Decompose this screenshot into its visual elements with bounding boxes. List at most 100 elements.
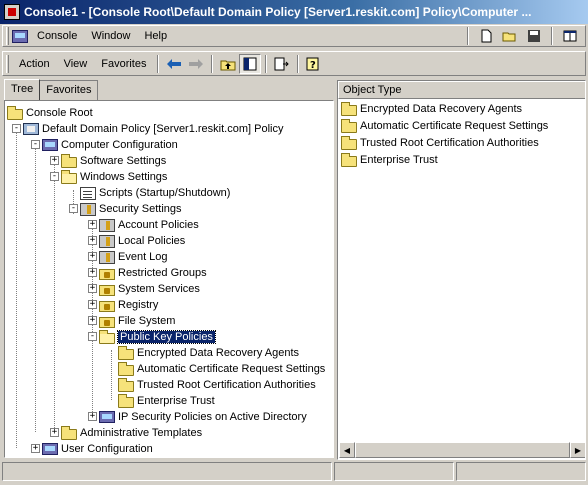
tree-item-administrative-templates[interactable]: + Administrative Templates	[45, 425, 202, 441]
export-list-icon[interactable]	[271, 54, 293, 74]
expand-icon[interactable]: +	[88, 412, 97, 421]
menu-console[interactable]: Console	[30, 28, 84, 44]
scroll-left-icon[interactable]: ◀	[339, 442, 355, 458]
tree-item-local-policies[interactable]: + Local Policies	[83, 233, 185, 249]
expand-icon[interactable]: +	[88, 300, 97, 309]
tree-item-label: User Configuration	[61, 443, 153, 455]
security-icon	[99, 250, 115, 264]
tree-item-label: Default Domain Policy [Server1.reskit.co…	[42, 123, 284, 135]
tree-item-label: Administrative Templates	[80, 427, 203, 439]
ip-security-icon	[99, 411, 115, 423]
horizontal-scrollbar[interactable]: ◀ ▶	[339, 442, 585, 458]
toolbar-separator	[157, 54, 160, 73]
expand-icon[interactable]: +	[88, 220, 97, 229]
tree-item-label: System Services	[118, 283, 200, 295]
tree-item-scripts[interactable]: Scripts (Startup/Shutdown)	[80, 185, 230, 201]
tree-item-event-log[interactable]: + Event Log	[83, 249, 168, 265]
lock-folder-icon	[99, 268, 115, 280]
list-item[interactable]: Trusted Root Certification Authorities	[341, 135, 539, 151]
expand-icon[interactable]: +	[88, 316, 97, 325]
tree-pane[interactable]: Console Root - Default Domain Policy [Se…	[4, 100, 334, 458]
expand-icon[interactable]: +	[88, 236, 97, 245]
tree-item-account-policies[interactable]: + Account Policies	[83, 217, 199, 233]
collapse-icon[interactable]: -	[12, 124, 21, 133]
tab-tree[interactable]: Tree	[4, 79, 41, 100]
menu-action[interactable]: Action	[12, 56, 57, 72]
tree-item-encrypted-data-recovery-agents[interactable]: Encrypted Data Recovery Agents	[118, 345, 299, 361]
tree-item-label: Event Log	[118, 251, 168, 263]
scroll-thumb[interactable]	[355, 442, 570, 458]
tree-item-system-services[interactable]: + System Services	[83, 281, 200, 297]
menu-favorites[interactable]: Favorites	[94, 56, 153, 72]
menu-help[interactable]: Help	[137, 28, 174, 44]
security-icon	[99, 218, 115, 232]
tree-item-automatic-certificate-request-settings[interactable]: Automatic Certificate Request Settings	[118, 361, 325, 377]
menubar-grip[interactable]	[6, 27, 9, 45]
toolbar-separator	[211, 54, 214, 73]
toolbar-grip[interactable]	[6, 54, 9, 73]
tree-item-restricted-groups[interactable]: + Restricted Groups	[83, 265, 207, 281]
tree-item-label: Automatic Certificate Request Settings	[137, 363, 326, 375]
expand-icon[interactable]: +	[50, 428, 59, 437]
expand-icon[interactable]: +	[50, 156, 59, 165]
folder-icon	[61, 425, 77, 440]
collapse-icon[interactable]: -	[31, 140, 40, 149]
show-hide-tree-icon[interactable]	[239, 53, 262, 74]
tree-item-ip-security-policies[interactable]: + IP Security Policies on Active Directo…	[83, 409, 307, 425]
tree-item-enterprise-trust[interactable]: Enterprise Trust	[118, 393, 215, 409]
forward-arrow-icon[interactable]	[185, 54, 207, 74]
help-icon[interactable]: ?	[303, 54, 325, 74]
window-title: Console1 - [Console Root\Default Domain …	[24, 5, 532, 19]
new-window-icon[interactable]	[559, 26, 581, 46]
details-pane[interactable]: Object Type Encrypted Data Recovery Agen…	[337, 80, 586, 460]
tree-tabs: Tree Favorites	[4, 79, 99, 100]
open-folder-icon	[61, 169, 77, 184]
computer-icon	[42, 139, 58, 151]
tree-item-windows-settings[interactable]: - Windows Settings	[45, 169, 167, 185]
tree-item-label: Computer Configuration	[61, 139, 178, 151]
expand-icon[interactable]: +	[88, 252, 97, 261]
list-item-label: Automatic Certificate Request Settings	[360, 120, 549, 132]
tree-item-trusted-root-certification-authorities[interactable]: Trusted Root Certification Authorities	[118, 377, 316, 393]
menu-view[interactable]: View	[57, 56, 95, 72]
collapse-icon[interactable]: -	[50, 172, 59, 181]
expand-icon[interactable]: +	[88, 268, 97, 277]
tree-item-public-key-policies[interactable]: - Public Key Policies	[83, 329, 216, 345]
tree-item-user-configuration[interactable]: + User Configuration	[26, 441, 153, 457]
folder-icon	[118, 361, 134, 376]
tree-item-label: Account Policies	[118, 219, 199, 231]
tree-item-computer-configuration[interactable]: - Computer Configuration	[26, 137, 178, 153]
tree-item-default-domain-policy[interactable]: - Default Domain Policy [Server1.reskit.…	[7, 121, 283, 137]
tree-item-console-root[interactable]: Console Root	[7, 105, 93, 121]
column-header-object-type[interactable]: Object Type	[338, 81, 585, 99]
lock-folder-icon	[99, 284, 115, 296]
folder-icon	[61, 153, 77, 168]
folder-icon	[118, 393, 134, 408]
menu-bar: Console Window Help	[2, 25, 586, 47]
scroll-right-icon[interactable]: ▶	[570, 442, 585, 458]
folder-icon	[341, 135, 357, 150]
expand-icon[interactable]: +	[31, 444, 40, 453]
tree-item-file-system[interactable]: + File System	[83, 313, 175, 329]
svg-text:?: ?	[310, 60, 316, 71]
tab-favorites[interactable]: Favorites	[39, 80, 99, 100]
collapse-icon[interactable]: -	[88, 332, 97, 341]
menu-window[interactable]: Window	[84, 28, 137, 44]
tree-item-software-settings[interactable]: + Software Settings	[45, 153, 166, 169]
mmc-app-icon[interactable]	[4, 4, 20, 20]
status-bar	[2, 462, 586, 482]
save-icon[interactable]	[523, 26, 545, 46]
expand-icon[interactable]: +	[88, 284, 97, 293]
list-item[interactable]: Encrypted Data Recovery Agents	[341, 101, 522, 117]
list-item[interactable]: Automatic Certificate Request Settings	[341, 118, 548, 134]
tree-item-security-settings[interactable]: - Security Settings	[64, 201, 182, 217]
tree-item-registry[interactable]: + Registry	[83, 297, 158, 313]
up-one-level-icon[interactable]	[217, 54, 239, 74]
collapse-icon[interactable]: -	[69, 204, 78, 213]
open-folder-icon[interactable]	[499, 26, 521, 46]
list-item[interactable]: Enterprise Trust	[341, 152, 438, 168]
security-icon	[99, 234, 115, 248]
new-document-icon[interactable]	[475, 26, 497, 46]
policy-icon	[23, 123, 39, 135]
back-arrow-icon[interactable]	[163, 54, 185, 74]
